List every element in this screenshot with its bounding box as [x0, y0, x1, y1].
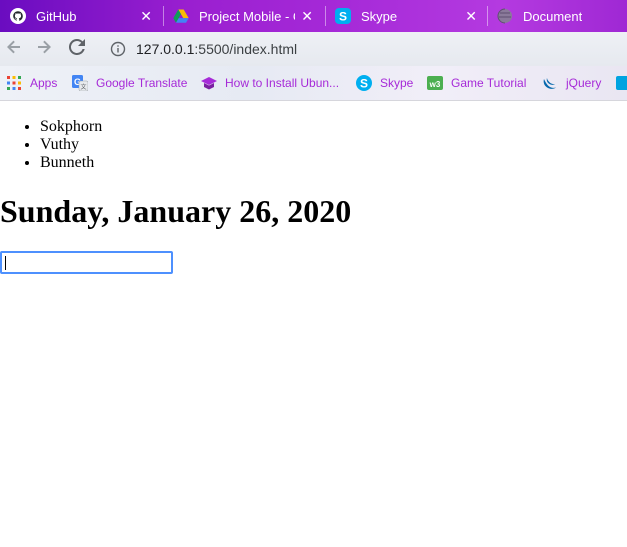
text-caret — [5, 256, 6, 270]
url-text: 127.0.0.1:5500/index.html — [136, 41, 297, 57]
page-content: Sokphorn Vuthy Bunneth Sunday, January 2… — [0, 101, 627, 547]
reload-icon — [68, 38, 85, 60]
w3schools-icon: w3 — [427, 75, 443, 91]
reload-button[interactable] — [67, 38, 87, 60]
tab-strip: GitHub ✕ Project Mobile - G ✕ S Skype ✕ … — [0, 0, 627, 32]
tab-title: Document — [523, 8, 583, 24]
bookmark-how-to-install-ubuntu[interactable]: How to Install Ubun... — [201, 74, 339, 92]
tab-github[interactable]: GitHub ✕ — [10, 0, 160, 32]
svg-text:w3: w3 — [429, 80, 441, 89]
tab-title: Skype — [361, 8, 398, 24]
bookmark-skype[interactable]: S Skype — [356, 74, 413, 92]
github-icon — [10, 8, 26, 24]
bookmark-jquery[interactable]: jQuery — [542, 74, 601, 92]
address-bar[interactable]: 127.0.0.1:5500/index.html — [104, 35, 627, 63]
bookmark-label: How to Install Ubun... — [225, 76, 340, 90]
skype-icon: S — [335, 8, 351, 24]
bookmark-google-translate[interactable]: G文 Google Translate — [72, 74, 187, 92]
forward-arrow-icon — [36, 39, 52, 60]
tab-separator — [487, 6, 488, 26]
bookmark-apps[interactable]: Apps — [6, 74, 57, 92]
bookmark-label: jQuery — [566, 76, 602, 90]
graduation-cap-icon — [201, 75, 217, 91]
close-tab-icon[interactable]: ✕ — [140, 8, 152, 24]
list-item: Sokphorn — [40, 118, 102, 136]
bookmark-partial-icon — [616, 75, 627, 91]
skype-icon: S — [356, 75, 372, 91]
url-host: 127.0.0.1 — [136, 41, 195, 57]
svg-text:S: S — [360, 76, 368, 90]
tab-separator — [325, 6, 326, 26]
tab-project-mobile[interactable]: Project Mobile - G ✕ — [173, 0, 321, 32]
apps-grid-icon — [6, 75, 22, 91]
bookmarks-bar: Apps G文 Google Translate How to Install … — [0, 66, 627, 101]
list-item: Vuthy — [40, 136, 102, 154]
tab-document[interactable]: Document — [497, 0, 627, 32]
tab-separator — [163, 6, 164, 26]
back-arrow-icon — [6, 39, 22, 60]
bookmark-label: Google Translate — [96, 76, 188, 90]
svg-text:S: S — [339, 10, 347, 24]
svg-text:文: 文 — [80, 83, 86, 91]
bookmark-game-tutorial[interactable]: w3 Game Tutorial — [427, 74, 526, 92]
tab-title: Project Mobile - G — [199, 8, 295, 24]
date-heading: Sunday, January 26, 2020 — [0, 193, 352, 229]
text-input[interactable] — [0, 251, 173, 274]
close-tab-icon[interactable]: ✕ — [465, 8, 477, 24]
close-tab-icon[interactable]: ✕ — [301, 8, 313, 24]
bookmark-overflow[interactable] — [616, 74, 627, 92]
tab-title: GitHub — [36, 8, 77, 24]
back-button[interactable] — [4, 39, 24, 59]
google-drive-icon — [173, 8, 189, 24]
names-list: Sokphorn Vuthy Bunneth — [0, 118, 102, 172]
list-item: Bunneth — [40, 154, 102, 172]
bookmark-label: Skype — [380, 76, 414, 90]
bookmark-label: Game Tutorial — [451, 76, 527, 90]
forward-button[interactable] — [34, 39, 54, 59]
globe-icon — [497, 8, 513, 24]
info-icon[interactable] — [110, 41, 126, 57]
jquery-icon — [542, 75, 558, 91]
google-translate-icon: G文 — [72, 75, 88, 91]
browser-toolbar: 127.0.0.1:5500/index.html — [0, 32, 627, 66]
url-path: :5500/index.html — [194, 41, 298, 57]
bookmark-label: Apps — [30, 76, 58, 90]
tab-skype[interactable]: S Skype ✕ — [335, 0, 485, 32]
